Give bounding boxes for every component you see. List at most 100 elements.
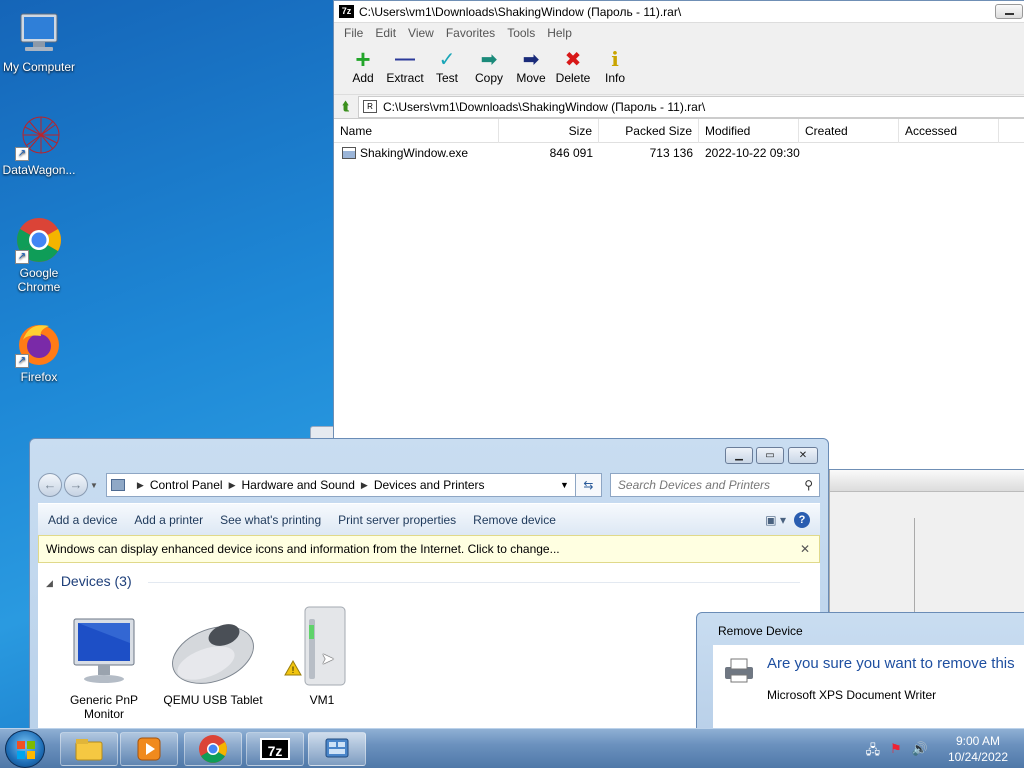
shortcut-arrow-icon: ↗ <box>15 354 29 368</box>
7zip-menu-bar: File Edit View Favorites Tools Help <box>334 23 1024 43</box>
shortcut-arrow-icon: ↗ <box>15 147 29 161</box>
help-icon[interactable]: ? <box>794 511 810 528</box>
breadcrumb-hardware-and-sound[interactable]: Hardware and Sound <box>241 478 354 492</box>
file-list-header: Name Size Packed Size Modified Created A… <box>334 118 1024 143</box>
menu-edit[interactable]: Edit <box>375 26 396 40</box>
taskbar-media-player[interactable] <box>120 732 178 766</box>
devices-group-label: Devices (3) <box>60 573 132 589</box>
add-printer-button[interactable]: Add a printer <box>134 513 203 527</box>
menu-tools[interactable]: Tools <box>507 26 535 40</box>
remove-device-button[interactable]: Remove device <box>473 513 556 527</box>
add-device-button[interactable]: Add a device <box>48 513 117 527</box>
control-panel-icon <box>110 479 125 491</box>
file-packed-size: 713 136 <box>649 146 693 160</box>
network-icon[interactable]: 🖧 <box>866 741 881 763</box>
file-modified: 2022-10-22 09:30 <box>705 146 800 160</box>
maximize-button[interactable]: ▭ <box>756 447 784 464</box>
system-tray: 🖧 ⚑ 🔊 <box>866 741 928 763</box>
windows-logo-icon <box>17 741 35 759</box>
move-label: Move <box>516 71 546 85</box>
collapse-icon[interactable]: ◢ <box>46 578 53 588</box>
col-accessed[interactable]: Accessed <box>899 118 999 143</box>
breadcrumb-control-panel[interactable]: Control Panel <box>150 478 223 492</box>
copy-label: Copy <box>474 71 503 85</box>
7zip-path-field[interactable]: R C:\Users\vm1\Downloads\ShakingWindow (П… <box>358 95 1024 118</box>
file-size: 846 091 <box>549 146 593 160</box>
device-qemu-usb-tablet[interactable]: QEMU USB Tablet <box>163 603 263 707</box>
col-size[interactable]: Size <box>499 118 599 143</box>
breadcrumb-separator-icon: ▶ <box>228 479 236 490</box>
extract-button[interactable]: — Extract <box>384 43 426 94</box>
action-center-flag-icon[interactable]: ⚑ <box>890 741 902 763</box>
volume-icon[interactable]: 🔊 <box>912 741 928 763</box>
breadcrumb-separator-icon: ▶ <box>136 479 144 490</box>
desktop-icon-google-chrome[interactable]: ↗ Google Chrome <box>0 216 79 294</box>
taskbar: 7z 🖧 ⚑ 🔊 9:00 AM 10/24/2022 <box>0 728 1024 768</box>
desktop-icon-label: Firefox <box>20 370 58 384</box>
col-modified[interactable]: Modified <box>699 118 799 143</box>
background-window <box>829 470 1024 612</box>
desktop-icon-my-computer[interactable]: My Computer <box>0 10 79 74</box>
breadcrumb[interactable]: ▶ Control Panel ▶ Hardware and Sound ▶ D… <box>105 473 576 497</box>
menu-favorites[interactable]: Favorites <box>446 26 495 40</box>
folder-up-icon[interactable]: ⮬ <box>334 99 358 114</box>
copy-button[interactable]: ➡ Copy <box>468 43 510 94</box>
menu-view[interactable]: View <box>408 26 434 40</box>
clock-time: 9:00 AM <box>955 734 1000 748</box>
background-window-header <box>830 470 1024 492</box>
device-label: Generic PnP Monitor <box>69 693 139 721</box>
see-whats-printing-button[interactable]: See what's printing <box>220 513 321 527</box>
search-input[interactable]: Search Devices and Printers ⚲ <box>609 473 820 497</box>
minimize-button[interactable] <box>995 4 1023 19</box>
forward-button[interactable]: → <box>64 473 88 497</box>
dialog-body: Are you sure you want to remove this Mic… <box>713 645 1024 741</box>
firefox-icon: ↗ <box>15 320 63 368</box>
move-button[interactable]: ➡ Move <box>510 43 552 94</box>
col-name[interactable]: Name <box>334 118 499 143</box>
clock[interactable]: 9:00 AM 10/24/2022 <box>948 733 1008 765</box>
refresh-button[interactable]: ⇆ <box>575 473 602 497</box>
add-label: Add <box>352 71 374 85</box>
minimize-button[interactable]: ▁ <box>725 447 753 464</box>
taskbar-chrome[interactable] <box>184 732 242 766</box>
taskbar-explorer[interactable] <box>60 732 118 766</box>
recent-pages-icon[interactable]: ▼ <box>90 481 98 490</box>
copy-icon: ➡ <box>480 48 498 71</box>
taskbar-control-panel[interactable] <box>308 732 366 766</box>
delete-label: Delete <box>555 71 591 85</box>
computer-tower-icon: ! <box>272 603 372 693</box>
breadcrumb-separator-icon: ▶ <box>360 479 368 490</box>
breadcrumb-devices-and-printers[interactable]: Devices and Printers <box>374 478 485 492</box>
start-button[interactable] <box>5 730 45 768</box>
file-row[interactable]: ShakingWindow.exe 846 091 713 136 2022-1… <box>334 143 1024 163</box>
dialog-device-name: Microsoft XPS Document Writer <box>767 688 937 702</box>
menu-file[interactable]: File <box>344 26 363 40</box>
close-button[interactable]: ✕ <box>788 447 818 464</box>
desktop-icon-firefox[interactable]: ↗ Firefox <box>0 320 79 384</box>
add-button[interactable]: + Add <box>342 43 384 94</box>
devices-group-header[interactable]: ◢ Devices (3) <box>46 573 132 589</box>
chevron-down-icon[interactable]: ▼ <box>560 480 569 490</box>
search-icon: ⚲ <box>804 478 813 492</box>
col-created[interactable]: Created <box>799 118 899 143</box>
delete-button[interactable]: ✖ Delete <box>552 43 594 94</box>
desktop-icon-datawagon[interactable]: ↗ DataWagon... <box>0 113 79 177</box>
menu-help[interactable]: Help <box>547 26 572 40</box>
col-packed-size[interactable]: Packed Size <box>599 118 699 143</box>
device-generic-pnp-monitor[interactable]: Generic PnP Monitor <box>54 603 154 721</box>
info-bar[interactable]: Windows can display enhanced device icon… <box>38 535 820 563</box>
taskbar-7zip[interactable]: 7z <box>246 732 304 766</box>
view-options-icon[interactable]: ▣ ▾ <box>765 513 786 527</box>
close-icon[interactable]: ✕ <box>800 542 810 556</box>
printer-icon <box>723 657 755 683</box>
desktop-icon-label: DataWagon... <box>2 163 76 177</box>
test-button[interactable]: ✓ Test <box>426 43 468 94</box>
print-server-properties-button[interactable]: Print server properties <box>338 513 456 527</box>
info-button[interactable]: i Info <box>594 43 636 94</box>
svg-text:!: ! <box>292 665 295 675</box>
add-icon: + <box>355 43 371 74</box>
back-button[interactable]: ← <box>38 473 62 497</box>
7zip-title-bar[interactable]: 7z C:\Users\vm1\Downloads\ShakingWindow … <box>334 1 1024 23</box>
desktop-icon-label: My Computer <box>2 60 76 74</box>
info-bar-text: Windows can display enhanced device icon… <box>46 542 560 556</box>
